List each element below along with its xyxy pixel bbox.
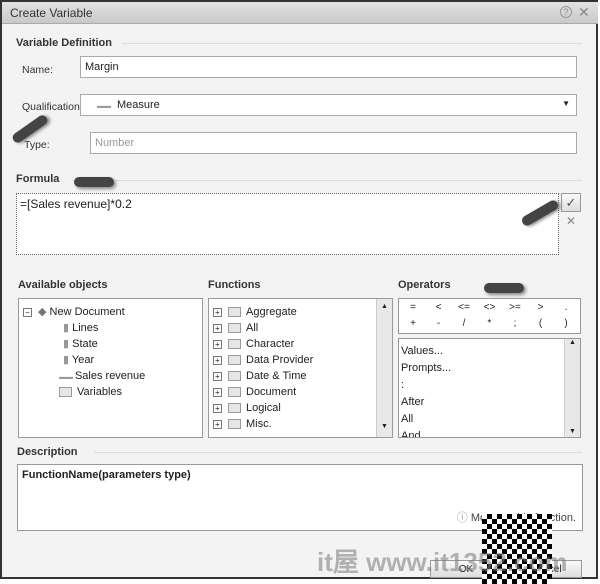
folder-icon (228, 323, 241, 334)
operators-scrollbar[interactable]: ▲ ▼ (564, 339, 580, 437)
divider (94, 452, 582, 453)
folder-icon (59, 387, 72, 398)
operator-button[interactable]: ) (556, 318, 576, 329)
available-objects-tree: − ◆ New Document ▮ Lines ▮ State ▮ Year ▬… (18, 298, 203, 438)
chevron-down-icon: ▼ (562, 99, 570, 108)
dialog-title: Create Variable (10, 6, 93, 20)
tree-item-root[interactable]: − ◆ New Document (23, 304, 198, 320)
description-text: FunctionName(parameters type) (22, 469, 191, 481)
operator-button[interactable]: * (480, 318, 500, 329)
type-label: Type: (24, 139, 50, 151)
operators-grid: = < <= <> >= >. + - / *; () (398, 298, 581, 334)
section-description: Description (17, 446, 78, 458)
operator-item[interactable]: : (401, 377, 578, 394)
operator-button[interactable]: ( (531, 318, 551, 329)
operator-button[interactable]: ; (505, 318, 525, 329)
operator-item[interactable]: All (401, 411, 578, 428)
section-variable-definition: Variable Definition (16, 37, 112, 49)
operator-button[interactable]: - (429, 318, 449, 329)
function-category[interactable]: + All (213, 320, 388, 336)
operator-button[interactable]: <= (454, 302, 474, 313)
tree-item[interactable]: ▮ Year (23, 352, 198, 368)
title-bar: Create Variable ? ✕ (2, 2, 598, 24)
formula-editor[interactable]: =[Sales revenue]*0.2 (16, 193, 559, 255)
folder-icon (228, 419, 241, 430)
validate-check-button[interactable]: ✓ (561, 193, 581, 212)
function-category[interactable]: + Logical (213, 400, 388, 416)
section-operators: Operators (398, 279, 451, 291)
name-input[interactable]: Margin (80, 56, 577, 78)
qualification-value: Measure (117, 99, 160, 111)
operator-item[interactable]: Prompts... (401, 360, 578, 377)
operator-button[interactable]: = (403, 302, 423, 313)
function-category[interactable]: + Date & Time (213, 368, 388, 384)
function-category[interactable]: + Document (213, 384, 388, 400)
type-input[interactable]: Number (90, 132, 577, 154)
section-available-objects: Available objects (18, 279, 108, 291)
function-category[interactable]: + Data Provider (213, 352, 388, 368)
operator-item[interactable]: Values... (401, 343, 578, 360)
function-category[interactable]: + Aggregate (213, 304, 388, 320)
qualification-select[interactable]: ▬▬ Measure ▼ (80, 94, 577, 116)
divider (122, 43, 582, 44)
qualification-label: Qualification: (22, 101, 83, 113)
tree-item[interactable]: ▬▬ Sales revenue (23, 368, 198, 384)
function-category[interactable]: + Character (213, 336, 388, 352)
operator-item[interactable]: And (401, 428, 578, 437)
help-icon[interactable]: ? (560, 6, 572, 18)
name-label: Name: (22, 64, 53, 76)
operator-item[interactable]: After (401, 394, 578, 411)
close-icon[interactable]: ✕ (578, 4, 590, 21)
folder-icon (228, 403, 241, 414)
section-functions: Functions (208, 279, 261, 291)
operator-button[interactable]: > (531, 302, 551, 313)
folder-icon (228, 307, 241, 318)
folder-icon (228, 387, 241, 398)
operator-button[interactable]: . (556, 302, 576, 313)
operator-button[interactable]: / (454, 318, 474, 329)
create-variable-dialog: Create Variable ? ✕ Variable Definition … (0, 0, 598, 584)
tree-item[interactable]: ▮ Lines (23, 320, 198, 336)
folder-icon (228, 339, 241, 350)
functions-tree: + Aggregate + All + Character + Data Provide… (208, 298, 393, 438)
tree-item[interactable]: ▮ State (23, 336, 198, 352)
functions-scrollbar[interactable]: ▲ ▼ (376, 299, 392, 437)
divider (72, 180, 582, 181)
operator-button[interactable]: + (403, 318, 423, 329)
section-formula: Formula (16, 173, 60, 185)
operator-button[interactable]: < (429, 302, 449, 313)
clear-x-icon[interactable]: ✕ (566, 214, 576, 228)
measure-icon: ▬▬ (97, 103, 111, 110)
folder-icon (228, 355, 241, 366)
operator-button[interactable]: >= (505, 302, 525, 313)
annotation-arrow (74, 177, 114, 187)
tree-item[interactable]: Variables (23, 384, 198, 400)
function-category[interactable]: + Misc. (213, 416, 388, 432)
folder-icon (228, 371, 241, 382)
help-icon: ⓘ (456, 512, 471, 524)
operator-button[interactable]: <> (480, 302, 500, 313)
annotation-arrow (484, 283, 524, 293)
operators-list: Values... Prompts... : After All And ▲ ▼ (398, 338, 581, 438)
watermark: it屋 www.it1352.com (317, 547, 568, 577)
